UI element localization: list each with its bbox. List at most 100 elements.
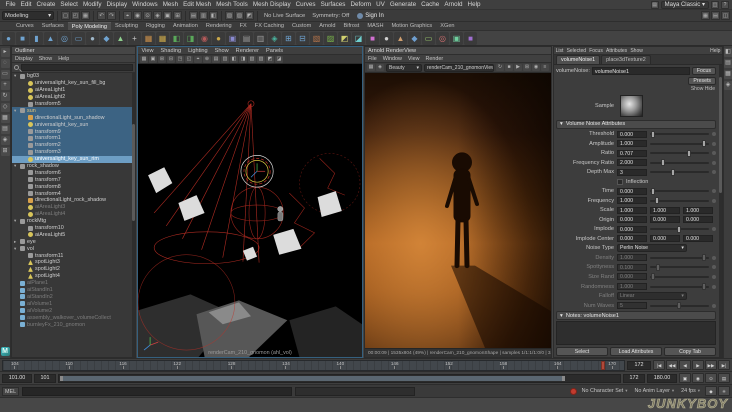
outliner-item[interactable]: ▾ rockMtg xyxy=(12,218,135,225)
tab-volume-noise[interactable]: volumeNoise1 xyxy=(556,55,601,64)
shelf-tab[interactable]: FX xyxy=(236,22,251,30)
shelf-tool-icon[interactable]: ◆ xyxy=(100,31,113,45)
attr-menu-icon[interactable] xyxy=(712,198,716,203)
outliner-item[interactable]: universalight_key_sun_rim xyxy=(12,155,135,163)
outliner-item[interactable]: transform3 xyxy=(12,148,135,156)
shelf-tool-icon[interactable]: ◪ xyxy=(352,31,365,45)
symmetry-selector[interactable]: Symmetry: Off xyxy=(309,13,352,19)
viewport-toolbar-icon[interactable]: ⊞ xyxy=(158,55,166,63)
light-manipulator[interactable] xyxy=(240,155,274,188)
viewport-menu-item[interactable]: Show xyxy=(211,47,232,54)
viewport-menu-item[interactable]: Panels xyxy=(263,47,287,54)
ae-menu-item[interactable]: Help xyxy=(709,47,722,54)
renderview-toolbar-icon[interactable]: ⊞ xyxy=(523,64,531,71)
auto-key-icon[interactable] xyxy=(569,387,577,395)
show-hide-toggle[interactable]: Show Hide xyxy=(554,86,718,93)
range-slider[interactable] xyxy=(58,373,621,383)
ae-menu-item[interactable]: List xyxy=(554,47,565,54)
outliner-menu-item[interactable]: Display xyxy=(12,55,36,62)
outliner-item[interactable]: directionalLight_sun_shadow xyxy=(12,114,135,122)
outliner-item[interactable]: assembly_walkover_volumeCollect xyxy=(12,314,135,321)
shelf-tab[interactable]: Rendering xyxy=(202,22,236,30)
ae-menu-item[interactable]: Focus xyxy=(588,47,605,54)
menu-item[interactable]: Mesh Display xyxy=(250,1,293,8)
attr-menu-icon[interactable] xyxy=(712,151,716,156)
renderview-toolbar-icon[interactable]: ◉ xyxy=(532,64,540,71)
outliner-item[interactable]: ▾ bg03 xyxy=(12,73,135,80)
copy-tab-button[interactable]: Copy Tab xyxy=(664,346,716,356)
shelf-tab[interactable]: Curves xyxy=(12,22,38,30)
attr-menu-icon[interactable] xyxy=(712,227,716,232)
viewport-toolbar-icon[interactable]: ⊟ xyxy=(167,55,175,63)
menu-item[interactable]: Mesh xyxy=(160,1,180,8)
outliner-item[interactable]: ▸ eye xyxy=(12,238,135,245)
file-op-icon[interactable]: ▦ xyxy=(81,11,90,20)
select-button[interactable]: Select xyxy=(556,346,608,356)
menu-item[interactable]: Edit Mesh xyxy=(181,1,214,8)
inflection-checkbox[interactable] xyxy=(617,178,623,185)
render-icon[interactable]: ▧ xyxy=(225,11,234,20)
tab-place3d-texture[interactable]: place3dTexture2 xyxy=(601,55,651,64)
ratio-field[interactable]: 0.707 xyxy=(617,149,647,157)
outliner-item[interactable]: ▾ rock_shadow xyxy=(12,163,135,170)
shelf-tab[interactable]: Custom xyxy=(288,22,315,30)
workspace-icon[interactable]: ▤ xyxy=(650,0,659,9)
menu-item[interactable]: Display xyxy=(104,1,130,8)
outliner-item[interactable]: aiAreaLight5 xyxy=(12,231,135,238)
outliner-item[interactable]: directionalLight_rock_shadow xyxy=(12,197,135,204)
renderview-toolbar-icon[interactable]: ▶ xyxy=(514,64,522,71)
shelf-tool-icon[interactable]: ▣ xyxy=(450,31,463,45)
character-set-selector[interactable]: No Character Set ▾ xyxy=(580,388,630,394)
outliner-item[interactable]: spotLight3 xyxy=(12,259,135,266)
shelf-tool-icon[interactable]: ▤ xyxy=(240,31,253,45)
outliner-item[interactable]: transform5 xyxy=(12,101,135,108)
scale-z-field[interactable]: 1.000 xyxy=(683,206,713,214)
frequency-slider[interactable] xyxy=(650,197,709,205)
shelf-tool-icon[interactable]: ◈ xyxy=(268,31,281,45)
shelf-tab[interactable]: Motion Graphics xyxy=(388,22,437,30)
menu-item[interactable]: File xyxy=(3,1,18,8)
animation-pref-icon[interactable]: ◆ xyxy=(705,386,717,396)
menu-item[interactable]: Windows xyxy=(130,1,161,8)
playback-start-field[interactable] xyxy=(34,373,56,383)
menu-item[interactable]: Select xyxy=(58,1,81,8)
ae-menu-item[interactable]: Attributes xyxy=(604,47,628,54)
screenshot-icon[interactable]: ◫ xyxy=(711,0,719,9)
animation-end-field[interactable] xyxy=(647,373,677,383)
ae-menu-item[interactable]: Show xyxy=(629,47,645,54)
viewport-toolbar-icon[interactable]: ◨ xyxy=(239,55,247,63)
sign-in-button[interactable]: Sign In xyxy=(353,12,388,19)
viewport-toolbar-icon[interactable]: ▦ xyxy=(140,55,148,63)
texture-sample-swatch[interactable] xyxy=(620,94,643,117)
menu-item[interactable]: Mesh Tools xyxy=(214,1,251,8)
scale-x-field[interactable]: 1.000 xyxy=(617,206,647,214)
undo-redo-icon[interactable]: ↷ xyxy=(107,11,116,20)
menu-item[interactable]: Deform xyxy=(348,1,374,8)
origin-y-field[interactable]: 0.000 xyxy=(650,216,680,224)
render-icon[interactable]: ◩ xyxy=(245,11,254,20)
tool-icon[interactable]: ◌ xyxy=(0,59,10,68)
time-slider[interactable]: 104 110 116 122 128 134 140 146 152 158 164 170 xyxy=(2,359,625,371)
viewport-toolbar-icon[interactable]: ◳ xyxy=(176,55,184,63)
menu-item[interactable]: Help xyxy=(465,1,483,8)
outliner-item[interactable]: ▾ sun xyxy=(12,107,135,115)
shelf-tool-icon[interactable]: ▲ xyxy=(114,31,127,45)
shelf-tab[interactable]: Bifrost xyxy=(339,22,363,30)
sidebar-panel-icon[interactable]: ▤ xyxy=(723,59,732,68)
outliner-item[interactable]: transform11 xyxy=(12,252,135,259)
workspace-selector[interactable]: Maya Classic ▾ xyxy=(660,0,709,9)
origin-z-field[interactable]: 0.000 xyxy=(683,216,713,224)
implode-center-z-field[interactable]: 0.000 xyxy=(683,235,713,243)
menu-item[interactable]: UV xyxy=(374,1,388,8)
shelf-tab[interactable]: MASH xyxy=(363,22,387,30)
depth-max-slider[interactable] xyxy=(650,168,709,176)
shelf-tool-icon[interactable]: ◩ xyxy=(338,31,351,45)
shelf-tab[interactable]: Animation xyxy=(169,22,202,30)
playback-end-field[interactable] xyxy=(623,373,645,383)
viewport-menu-item[interactable]: Lighting xyxy=(185,47,212,54)
implode-field[interactable]: 0.000 xyxy=(617,225,647,233)
outliner-item[interactable]: aiVolume2 xyxy=(12,307,135,314)
snap-icon[interactable]: ◈ xyxy=(153,11,162,20)
menu-item[interactable]: Curves xyxy=(293,1,318,8)
viewport-menu-item[interactable]: View xyxy=(138,47,157,54)
